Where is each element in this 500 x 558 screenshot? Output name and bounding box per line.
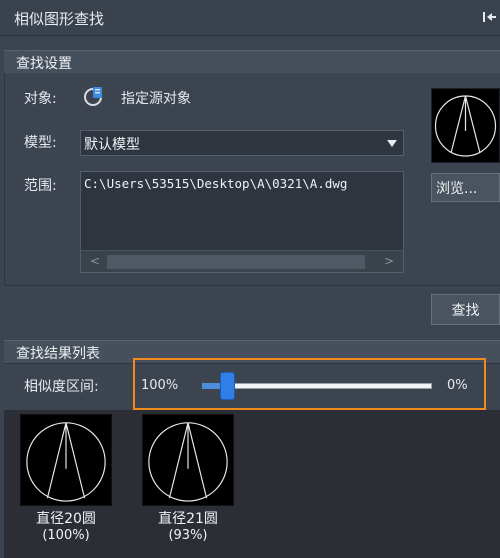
model-select[interactable]: 默认模型 [80,130,404,156]
find-button[interactable]: 查找 [431,294,500,325]
title-bar: 相似图形查找 [0,0,500,36]
similarity-slider-thumb[interactable] [220,372,235,400]
model-label: 模型: [24,135,57,151]
result-score: (93%) [168,528,208,543]
model-select-value: 默认模型 [84,137,140,153]
window-title: 相似图形查找 [14,10,105,28]
similarity-high-label: 100% [141,378,179,393]
result-item[interactable]: 直径21圆 (93%) [142,414,234,543]
source-preview [431,88,500,163]
select-object-icon[interactable] [82,85,104,107]
range-label: 范围: [24,178,57,194]
result-score: (100%) [42,528,90,543]
scroll-right-icon[interactable]: > [384,254,394,268]
results-header-label: 查找结果列表 [16,346,100,362]
pin-icon[interactable] [482,9,498,25]
settings-header: 查找设置 [4,50,500,74]
scrollbar-thumb[interactable] [107,255,365,269]
source-preview-drawing [434,95,497,157]
similarity-low-label: 0% [447,378,468,393]
source-object-link[interactable]: 指定源对象 [121,88,191,108]
similarity-slider-track[interactable] [202,383,432,389]
result-item[interactable]: 直径20圆 (100%) [20,414,112,543]
dropdown-arrow-icon[interactable] [387,140,397,147]
object-label: 对象: [24,91,57,107]
horizontal-scrollbar[interactable]: < > [81,250,403,272]
result-name: 直径20圆 [36,511,96,527]
range-path-field[interactable]: C:\Users\53515\Desktop\A\0321\A.dwg < > [80,171,404,273]
scroll-left-icon[interactable]: < [90,254,100,268]
browse-button[interactable]: 浏览... [431,173,500,202]
result-thumbnail [142,414,234,506]
result-name: 直径21圆 [158,511,218,527]
range-path-text: C:\Users\53515\Desktop\A\0321\A.dwg [84,176,348,191]
result-thumbnail [20,414,112,506]
similarity-label: 相似度区间: [24,379,99,395]
settings-header-label: 查找设置 [16,56,72,72]
